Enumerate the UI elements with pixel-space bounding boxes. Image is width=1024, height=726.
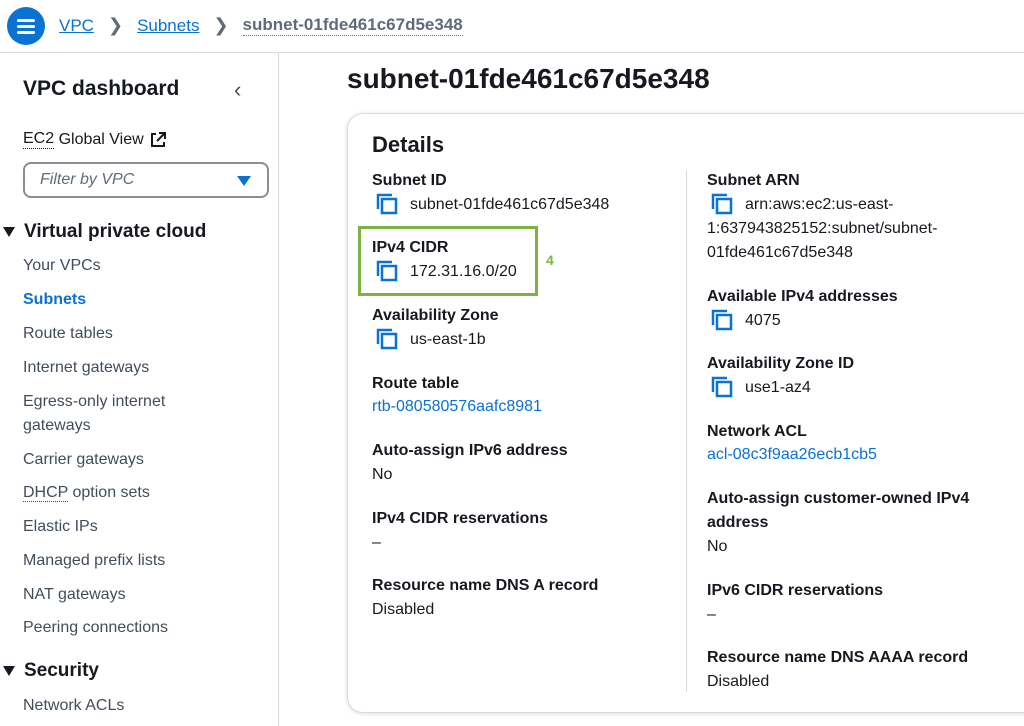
sidebar-item-egress-only-gateways[interactable]: Egress-only internet gateways bbox=[23, 390, 165, 438]
breadcrumb-subnets[interactable]: Subnets bbox=[137, 16, 199, 36]
section-label: Virtual private cloud bbox=[24, 221, 207, 242]
chevron-left-icon[interactable]: ‹ bbox=[234, 77, 241, 103]
ipv4-cidr-reservations-value: – bbox=[372, 534, 381, 551]
copy-icon[interactable] bbox=[376, 193, 398, 215]
subnet-id-value: subnet-01fde461c67d5e348 bbox=[410, 196, 610, 213]
sidebar-item-your-vpcs[interactable]: Your VPCs bbox=[23, 254, 101, 278]
sidebar-item-network-acls[interactable]: Network ACLs bbox=[23, 694, 124, 718]
network-acl-link[interactable]: acl-08c3f9aa26ecb1cb5 bbox=[707, 446, 877, 464]
available-ipv4-row: 4075 bbox=[711, 309, 781, 333]
vpc-filter-select[interactable]: Filter by VPC bbox=[23, 162, 269, 198]
sidebar-item-peering-connections[interactable]: Peering connections bbox=[23, 616, 168, 640]
sidebar-title: VPC dashboard bbox=[23, 77, 180, 100]
ipv6-cidr-reservations-value: – bbox=[707, 606, 716, 623]
ipv4-cidr-reservations-label: IPv4 CIDR reservations bbox=[372, 510, 549, 527]
section-label: Security bbox=[24, 660, 99, 681]
caret-down-icon bbox=[3, 227, 15, 237]
sidebar-item-route-tables[interactable]: Route tables bbox=[23, 322, 113, 346]
available-ipv4-value: 4075 bbox=[745, 312, 781, 329]
dns-a-record-label: Resource name DNS A record bbox=[372, 577, 599, 594]
subnet-arn-row: arn:aws:ec2:us-east- bbox=[711, 193, 894, 217]
route-table-link[interactable]: rtb-080580576aafc8981 bbox=[372, 398, 542, 416]
availability-zone-row: us-east-1b bbox=[376, 328, 486, 352]
egress-label-line1: Egress-only internet bbox=[23, 393, 166, 410]
caret-down-icon bbox=[237, 176, 251, 186]
top-bar: VPC ❯ Subnets ❯ subnet-01fde461c67d5e348 bbox=[0, 0, 1024, 53]
auto-assign-ipv6-value: No bbox=[372, 466, 393, 483]
availability-zone-id-row: use1-az4 bbox=[711, 376, 811, 400]
sidebar-item-internet-gateways[interactable]: Internet gateways bbox=[23, 356, 149, 380]
dns-a-record-value: Disabled bbox=[372, 601, 435, 618]
hamburger-icon bbox=[17, 19, 35, 34]
ec2-abbr: EC2 bbox=[23, 130, 55, 149]
auto-assign-customer-ipv4-label-line1: Auto-assign customer-owned IPv4 bbox=[707, 490, 970, 507]
available-ipv4-label: Available IPv4 addresses bbox=[707, 288, 898, 305]
sidebar-item-elastic-ips[interactable]: Elastic IPs bbox=[23, 515, 98, 539]
vpc-filter-placeholder: Filter by VPC bbox=[40, 171, 135, 188]
subnet-arn-value-line3: 01fde461c67d5e348 bbox=[707, 244, 853, 261]
section-virtual-private-cloud[interactable]: Virtual private cloud bbox=[0, 221, 206, 243]
sidebar-item-nat-gateways[interactable]: NAT gateways bbox=[23, 583, 126, 607]
dhcp-label: option sets bbox=[68, 484, 150, 501]
copy-icon[interactable] bbox=[711, 376, 733, 398]
subnet-id-row: subnet-01fde461c67d5e348 bbox=[376, 193, 609, 217]
section-security[interactable]: Security bbox=[0, 660, 99, 682]
annotation-number: 4 bbox=[546, 252, 554, 268]
subnet-arn-value-line1: arn:aws:ec2:us-east- bbox=[745, 196, 894, 213]
sidebar-item-carrier-gateways[interactable]: Carrier gateways bbox=[23, 448, 144, 472]
availability-zone-id-value: use1-az4 bbox=[745, 379, 811, 396]
highlight-box bbox=[358, 226, 538, 296]
dns-aaaa-record-value: Disabled bbox=[707, 673, 770, 690]
menu-button[interactable] bbox=[7, 7, 45, 45]
subnet-id-label: Subnet ID bbox=[372, 172, 447, 189]
dhcp-abbr: DHCP bbox=[23, 484, 69, 502]
caret-down-icon bbox=[3, 666, 15, 676]
copy-icon[interactable] bbox=[711, 309, 733, 331]
breadcrumb: VPC ❯ Subnets ❯ subnet-01fde461c67d5e348 bbox=[59, 15, 463, 36]
auto-assign-customer-ipv4-label-line2: address bbox=[707, 514, 769, 531]
page-title: subnet-01fde461c67d5e348 bbox=[347, 63, 710, 94]
route-table-label: Route table bbox=[372, 375, 460, 392]
chevron-right-icon: ❯ bbox=[107, 15, 124, 35]
chevron-right-icon: ❯ bbox=[213, 15, 229, 35]
ec2-global-view-link[interactable]: EC2 Global View bbox=[23, 130, 166, 149]
sidebar-item-subnets[interactable]: Subnets bbox=[23, 288, 86, 312]
subnet-arn-value-line2: 1:637943825152:subnet/subnet- bbox=[707, 220, 938, 237]
breadcrumb-current: subnet-01fde461c67d5e348 bbox=[242, 15, 463, 36]
column-divider bbox=[686, 170, 687, 692]
ipv6-cidr-reservations-label: IPv6 CIDR reservations bbox=[707, 582, 884, 599]
breadcrumb-vpc[interactable]: VPC bbox=[59, 16, 94, 36]
dns-aaaa-record-label: Resource name DNS AAAA record bbox=[707, 649, 969, 666]
copy-icon[interactable] bbox=[711, 193, 733, 215]
subnet-arn-label: Subnet ARN bbox=[707, 172, 800, 189]
sidebar-item-managed-prefix-lists[interactable]: Managed prefix lists bbox=[23, 549, 165, 573]
egress-label-line2: gateways bbox=[23, 417, 91, 434]
network-acl-label: Network ACL bbox=[707, 423, 807, 440]
copy-icon[interactable] bbox=[376, 328, 398, 350]
sidebar: VPC dashboard ‹ EC2 Global View Filter b… bbox=[0, 53, 279, 726]
availability-zone-value: us-east-1b bbox=[410, 331, 486, 348]
details-title: Details bbox=[372, 132, 445, 157]
external-link-icon bbox=[150, 131, 166, 147]
auto-assign-ipv6-label: Auto-assign IPv6 address bbox=[372, 442, 568, 459]
ec2-global-view-label: Global View bbox=[58, 130, 144, 148]
sidebar-item-dhcp-option-sets[interactable]: DHCP option sets bbox=[23, 481, 150, 505]
availability-zone-id-label: Availability Zone ID bbox=[707, 355, 854, 372]
auto-assign-customer-ipv4-value: No bbox=[707, 538, 728, 555]
availability-zone-label: Availability Zone bbox=[372, 307, 499, 324]
